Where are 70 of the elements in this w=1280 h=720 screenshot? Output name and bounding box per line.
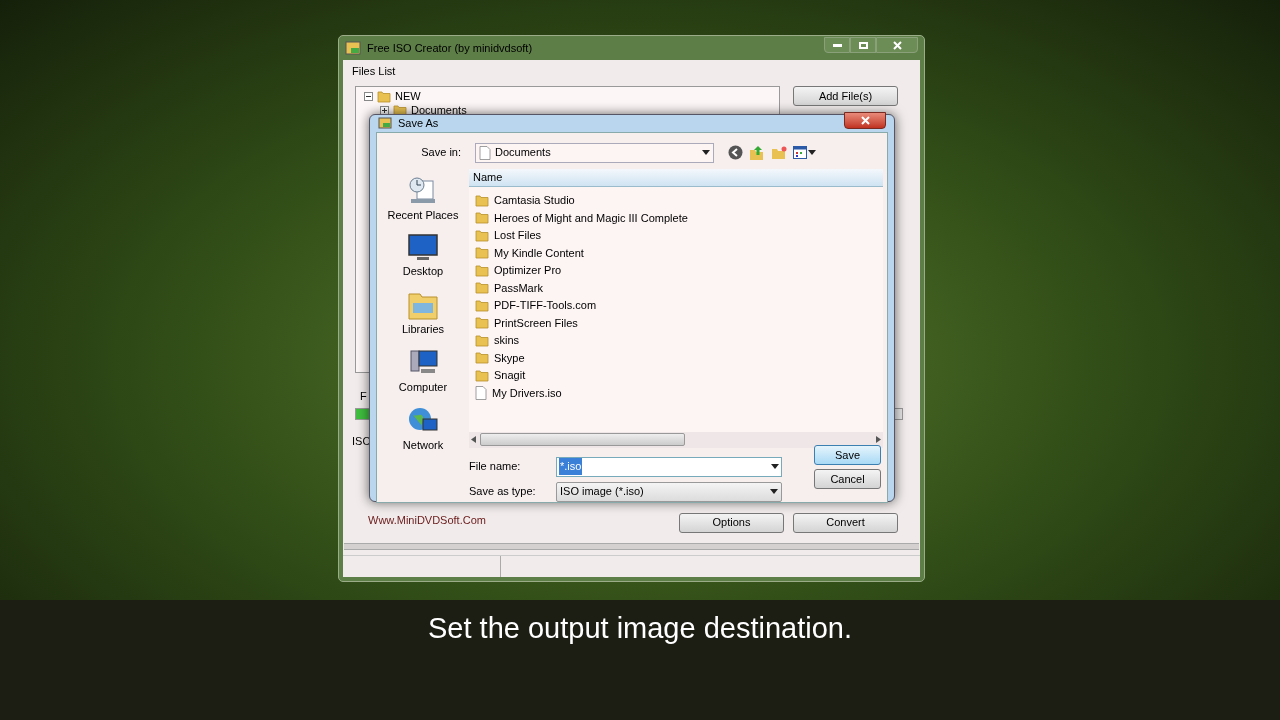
view-menu-button[interactable] bbox=[793, 146, 816, 159]
website-link[interactable]: Www.MiniDVDSoft.Com bbox=[368, 512, 486, 529]
places-item[interactable]: Computer bbox=[379, 346, 467, 394]
folder-icon bbox=[475, 316, 489, 330]
tree-item[interactable]: NEW bbox=[395, 89, 421, 103]
collapse-icon[interactable] bbox=[364, 91, 373, 101]
places-item[interactable]: Libraries bbox=[379, 288, 467, 336]
file-name-label: File name: bbox=[469, 459, 522, 475]
folder-icon bbox=[475, 281, 489, 295]
dropdown-caret-icon bbox=[808, 150, 816, 155]
folder-icon bbox=[475, 263, 489, 277]
field-label: F bbox=[360, 389, 367, 403]
file-list-item[interactable]: PDF-TIFF-Tools.com bbox=[494, 297, 597, 314]
file-list-item[interactable]: Skype bbox=[494, 349, 525, 366]
file-list-item[interactable]: Camtasia Studio bbox=[494, 192, 575, 209]
folder-icon bbox=[475, 368, 489, 382]
window-title: Free ISO Creator (by minidvdsoft) bbox=[367, 40, 533, 56]
scroll-left-icon[interactable] bbox=[471, 436, 476, 443]
dialog-button[interactable]: Cancel bbox=[814, 469, 881, 489]
dropdown-caret-icon bbox=[702, 150, 710, 155]
folder-icon bbox=[475, 351, 489, 365]
action-button[interactable]: Options bbox=[679, 512, 784, 533]
save-in-dropdown[interactable]: Documents bbox=[475, 142, 714, 163]
file-list-item[interactable]: Optimizer Pro bbox=[494, 262, 562, 279]
places-item[interactable]: Network bbox=[379, 404, 467, 452]
folder-icon bbox=[475, 193, 489, 207]
video-caption: Set the output image destination. bbox=[428, 611, 852, 646]
dialog-title: Save As bbox=[398, 116, 439, 131]
places-item[interactable]: Recent Places bbox=[379, 174, 467, 222]
file-list-item[interactable]: Lost Files bbox=[494, 227, 542, 244]
places-item[interactable]: Desktop bbox=[379, 232, 467, 278]
file-list-item[interactable]: PrintScreen Files bbox=[494, 314, 578, 331]
dropdown-caret-icon bbox=[771, 464, 779, 469]
scroll-right-icon[interactable] bbox=[876, 436, 881, 443]
back-icon[interactable] bbox=[728, 145, 743, 160]
folder-icon bbox=[475, 298, 489, 312]
folder-icon bbox=[475, 333, 489, 347]
name-column-header[interactable]: Name bbox=[469, 168, 883, 187]
file-list-item[interactable]: My Kindle Content bbox=[494, 244, 584, 261]
file-list-item[interactable]: Snagit bbox=[494, 367, 526, 384]
up-folder-icon[interactable] bbox=[749, 144, 765, 161]
file-icon bbox=[475, 385, 487, 400]
file-type-label: Save as type: bbox=[469, 484, 537, 500]
grid-view-icon bbox=[793, 146, 807, 159]
file-list-item[interactable]: skins bbox=[494, 332, 520, 349]
save-in-label: Save in: bbox=[420, 145, 461, 161]
dropdown-caret-icon bbox=[770, 489, 778, 494]
close-icon bbox=[860, 115, 870, 125]
app-icon bbox=[378, 117, 392, 130]
close-icon bbox=[892, 40, 902, 50]
app-icon bbox=[345, 41, 361, 55]
action-button[interactable]: Convert bbox=[793, 512, 898, 533]
tree-item[interactable]: Documents bbox=[411, 103, 467, 117]
file-name-field[interactable]: *.iso bbox=[556, 456, 782, 477]
files-list-label: Files List bbox=[352, 64, 396, 78]
maximize-button[interactable] bbox=[850, 37, 876, 53]
file-list-item[interactable]: PassMark bbox=[494, 279, 543, 296]
minimize-button[interactable] bbox=[824, 37, 850, 53]
folder-icon bbox=[475, 228, 489, 242]
file-type-dropdown[interactable]: ISO image (*.iso) bbox=[556, 481, 782, 502]
folder-icon bbox=[475, 211, 489, 225]
file-icon bbox=[479, 145, 491, 160]
dialog-button[interactable]: Save bbox=[814, 445, 881, 465]
file-list-item[interactable]: My Drivers.iso bbox=[492, 384, 562, 401]
folder-icon bbox=[377, 89, 391, 103]
monitor-icon bbox=[407, 232, 439, 263]
folder-icon bbox=[475, 246, 489, 260]
add-files-button[interactable]: Add File(s) bbox=[793, 86, 898, 106]
file-list-item[interactable]: Heroes of Might and Magic III Complete bbox=[494, 209, 688, 226]
new-folder-icon[interactable] bbox=[771, 144, 787, 161]
